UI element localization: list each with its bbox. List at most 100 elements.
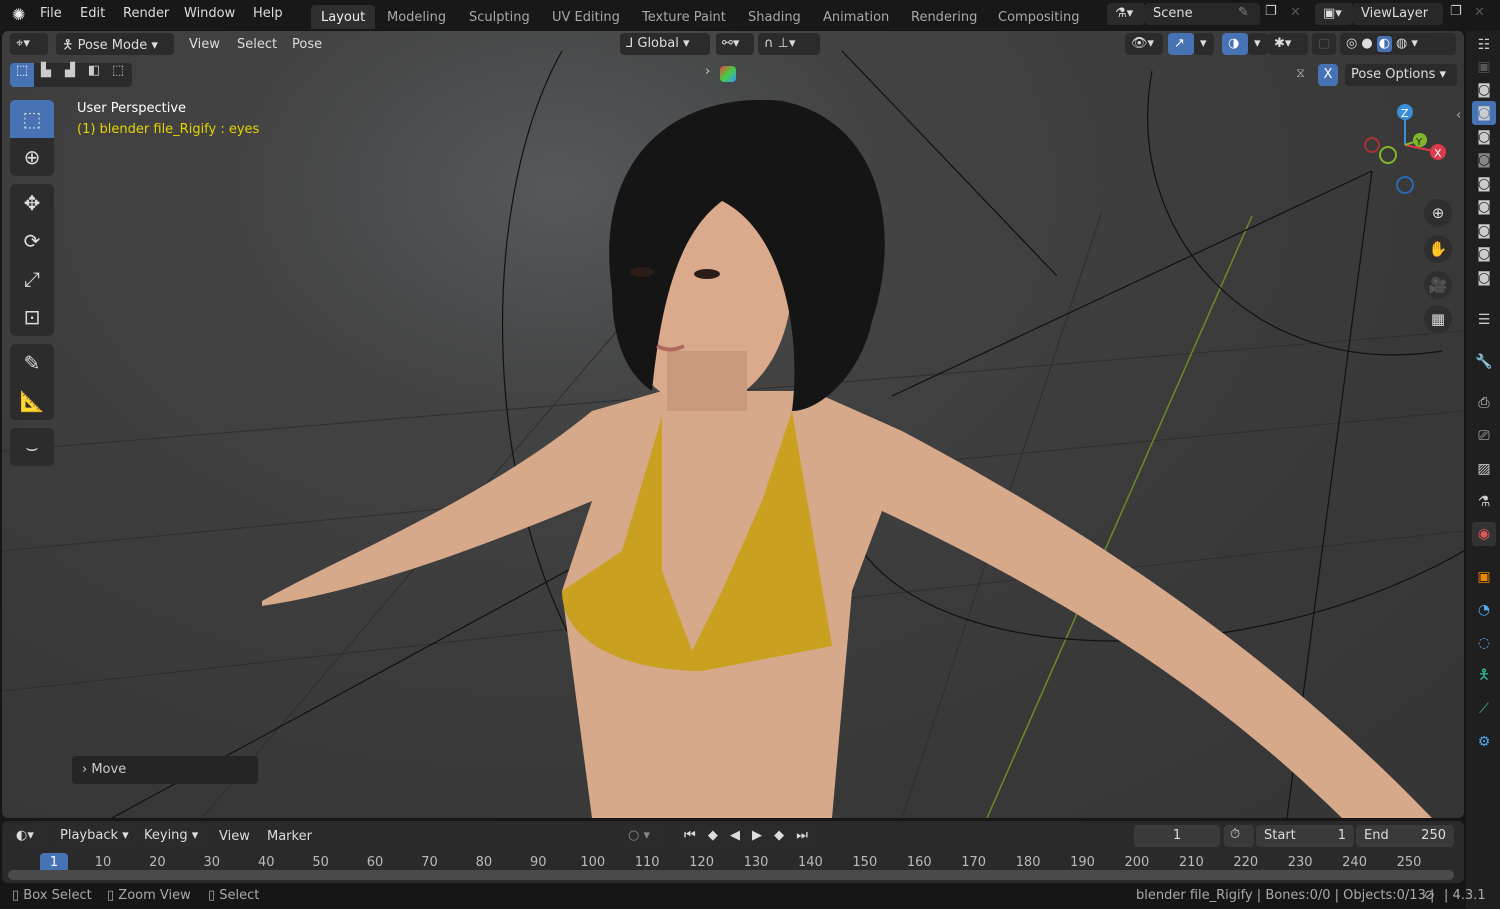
gizmo-toggle[interactable]: ↗ xyxy=(1168,33,1194,55)
mode-dropdown[interactable]: 🯅 Pose Mode ▾ xyxy=(56,33,174,55)
orientation-dropdown[interactable]: ⅃ Global ▾ xyxy=(620,33,710,55)
timeline-editor-type[interactable]: ◐▾ xyxy=(10,825,48,847)
menu-help[interactable]: Help xyxy=(253,6,283,21)
new-view-layer-icon[interactable]: ❐ xyxy=(1450,4,1462,19)
play-reverse-icon[interactable]: ◀ xyxy=(730,828,740,844)
neg-y-handle[interactable] xyxy=(1379,146,1397,164)
select-invert-icon[interactable]: ◧ xyxy=(82,63,106,87)
keying-dropdown[interactable]: Keying ▾ xyxy=(138,825,208,847)
camera-icon[interactable]: ◙ xyxy=(1472,148,1496,172)
scene-selector-icon[interactable]: ⚗▾ xyxy=(1107,3,1145,25)
xray-toggle[interactable]: ▢ xyxy=(1312,33,1336,55)
tab-rendering[interactable]: Rendering xyxy=(901,5,987,29)
material-shading-icon[interactable]: ◐ xyxy=(1376,36,1393,52)
camera-icon[interactable]: ◙ xyxy=(1472,242,1496,266)
timeline-scrollbar[interactable] xyxy=(8,870,1454,880)
camera-active-icon[interactable]: ◙ xyxy=(1472,101,1496,125)
menu-pose[interactable]: Pose xyxy=(292,37,322,52)
visibility-dropdown[interactable]: 👁▾ xyxy=(1125,33,1163,55)
solid-shading-icon[interactable]: ● xyxy=(1361,36,1372,52)
tab-compositing[interactable]: Compositing xyxy=(988,5,1090,29)
camera-icon[interactable]: ◙ xyxy=(1472,172,1496,196)
preview-range-icon[interactable]: ⏱ xyxy=(1224,825,1254,847)
gizmo-dropdown[interactable]: ▾ xyxy=(1194,33,1214,55)
camera-view-icon[interactable]: 🎥 xyxy=(1424,271,1452,299)
3d-viewport[interactable] xyxy=(2,31,1464,818)
start-frame-field[interactable]: Start 1 xyxy=(1256,825,1354,847)
neg-x-handle[interactable] xyxy=(1364,137,1380,153)
camera-icon[interactable]: ◙ xyxy=(1472,219,1496,243)
prev-keyframe-icon[interactable]: ◆ xyxy=(708,828,718,844)
bone-constraints-icon[interactable]: ⚙ xyxy=(1472,730,1496,754)
overlay-toggle[interactable]: ◑ xyxy=(1222,33,1248,55)
play-icon[interactable]: ▶ xyxy=(752,828,762,844)
next-keyframe-icon[interactable]: ◆ xyxy=(774,828,784,844)
camera-disabled-icon[interactable]: ▣ xyxy=(1472,55,1496,79)
tab-animation[interactable]: Animation xyxy=(813,5,899,29)
gizmo-color-icon[interactable] xyxy=(720,66,736,82)
delete-scene-icon[interactable]: ✕ xyxy=(1290,5,1301,20)
view-layer-field[interactable]: ViewLayer xyxy=(1353,3,1443,25)
jump-end-icon[interactable]: ⏭ xyxy=(796,828,808,844)
menu-view[interactable]: View xyxy=(189,37,220,52)
perspective-grid-icon[interactable]: ▦ xyxy=(1424,305,1452,333)
menu-render[interactable]: Render xyxy=(123,6,169,21)
tab-texture-paint[interactable]: Texture Paint xyxy=(632,5,736,29)
end-frame-field[interactable]: End 250 xyxy=(1356,825,1454,847)
delete-view-layer-icon[interactable]: ✕ xyxy=(1474,5,1485,20)
timeline-menu-marker[interactable]: Marker xyxy=(267,829,312,844)
tab-uv-editing[interactable]: UV Editing xyxy=(542,5,630,29)
view-layer-properties-icon[interactable]: ▨ xyxy=(1472,457,1496,481)
select-new-icon[interactable]: ⬚ xyxy=(10,63,34,87)
transform-tool-icon[interactable]: ⊡ xyxy=(10,298,54,336)
playback-dropdown[interactable]: Playback ▾ xyxy=(54,825,136,847)
tab-sculpting[interactable]: Sculpting xyxy=(459,5,540,29)
move-tool-icon[interactable]: ✥ xyxy=(10,184,54,222)
neg-z-handle[interactable] xyxy=(1396,176,1414,194)
jump-start-icon[interactable]: ⏮ xyxy=(684,828,696,844)
modifier-properties-icon[interactable]: ◔ xyxy=(1472,598,1496,622)
armature-data-icon[interactable]: 🯅 xyxy=(1472,664,1496,688)
scale-tool-icon[interactable]: ⤢ xyxy=(10,260,54,298)
pose-options-dropdown[interactable]: Pose Options ▾ xyxy=(1345,64,1457,86)
view-layer-icon[interactable]: ▣▾ xyxy=(1315,3,1353,25)
output-properties-icon[interactable]: ⎚ xyxy=(1472,424,1496,448)
wireframe-shading-icon[interactable]: ◎ xyxy=(1346,36,1357,52)
pivot-dropdown[interactable]: ⚯▾ xyxy=(716,33,754,55)
sidebar-toggle-icon[interactable]: ‹ xyxy=(1456,108,1461,123)
object-properties-icon[interactable]: ▣ xyxy=(1472,565,1496,589)
camera-icon[interactable]: ◙ xyxy=(1472,125,1496,149)
physics-properties-icon[interactable]: ◌ xyxy=(1472,631,1496,655)
select-extend-icon[interactable]: ▙ xyxy=(34,63,58,87)
camera-icon[interactable]: ◙ xyxy=(1472,78,1496,102)
scene-properties-icon[interactable]: ⚗ xyxy=(1472,490,1496,514)
expand-arrow-icon[interactable]: › xyxy=(705,64,710,79)
bone-overlay-dropdown[interactable]: ✱▾ xyxy=(1268,33,1308,55)
menu-select[interactable]: Select xyxy=(237,37,277,52)
camera-icon[interactable]: ◙ xyxy=(1472,195,1496,219)
tab-modeling[interactable]: Modeling xyxy=(377,5,456,29)
pin-icon[interactable]: ✎ xyxy=(1238,5,1249,20)
measure-tool-icon[interactable]: 📐 xyxy=(10,382,54,420)
shading-dropdown-icon[interactable]: ▾ xyxy=(1411,36,1418,52)
cursor-tool-icon[interactable]: ⊕ xyxy=(10,138,54,176)
navigation-gizmo[interactable]: Z X Y xyxy=(1350,100,1450,200)
editor-type-button[interactable]: ⌖▾ xyxy=(10,33,48,55)
outliner-icon[interactable]: ☷ xyxy=(1472,33,1496,57)
rotate-tool-icon[interactable]: ⟳ xyxy=(10,222,54,260)
new-scene-icon[interactable]: ❐ xyxy=(1265,4,1277,19)
zoom-icon[interactable]: ⊕ xyxy=(1424,199,1452,227)
select-subtract-icon[interactable]: ▟ xyxy=(58,63,82,87)
menu-window[interactable]: Window xyxy=(184,6,235,21)
overlay-dropdown[interactable]: ▾ xyxy=(1248,33,1268,55)
menu-edit[interactable]: Edit xyxy=(80,6,105,21)
tool-properties-icon[interactable]: 🔧 xyxy=(1472,350,1496,374)
tab-layout[interactable]: Layout xyxy=(311,5,376,29)
annotate-tool-icon[interactable]: ✎ xyxy=(10,344,54,382)
menu-file[interactable]: File xyxy=(40,6,62,21)
blender-logo-icon[interactable]: ✺ xyxy=(12,5,25,24)
last-operator-panel[interactable]: › Move xyxy=(72,756,258,784)
relax-pose-tool-icon[interactable]: ⌣ xyxy=(10,428,54,466)
world-properties-icon[interactable]: ◉ xyxy=(1472,522,1496,546)
rendered-shading-icon[interactable]: ◍ xyxy=(1396,36,1407,52)
